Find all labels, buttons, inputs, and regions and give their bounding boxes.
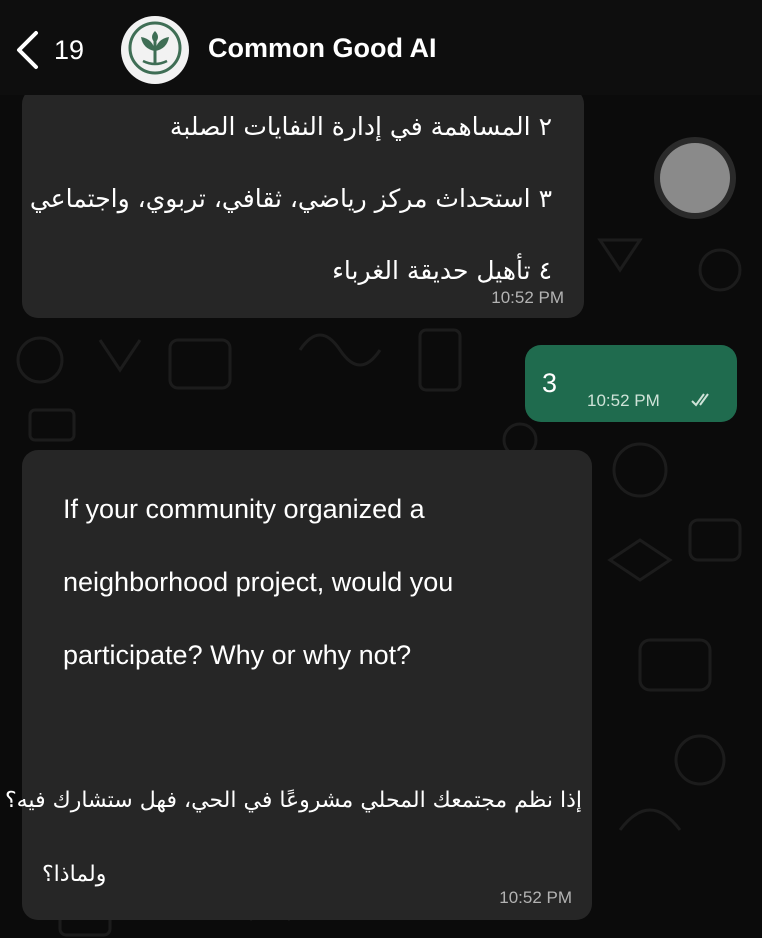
message-line: neighborhood project, would you xyxy=(63,567,454,597)
message-line: participate? Why or why not? xyxy=(63,640,412,670)
message-timestamp: 10:52 PM xyxy=(587,391,660,410)
floating-touch-button[interactable] xyxy=(660,143,730,213)
back-button[interactable]: 19 xyxy=(14,28,84,72)
message-timestamp: 10:52 PM xyxy=(499,888,572,907)
message-line: ٢ المساهمة في إدارة النفايات الصلبة xyxy=(169,112,552,141)
message-line: ٣ استحداث مركز رياضي، ثقافي، تربوي، واجت… xyxy=(29,184,552,213)
avatar[interactable] xyxy=(121,16,189,84)
unread-count: 19 xyxy=(54,34,85,65)
chat-title[interactable]: Common Good AI xyxy=(208,33,436,64)
chat-header: 19 Common Good AI xyxy=(0,0,762,95)
message-bubble-incoming[interactable]: If your community organized a neighborho… xyxy=(5,450,592,920)
chevron-left-icon xyxy=(14,30,40,70)
message-line: ولماذا؟ xyxy=(42,862,107,887)
message-line: If your community organized a xyxy=(63,494,425,524)
leaf-logo-icon xyxy=(128,21,182,80)
message-line: ٤ تأهيل حديقة الغرباء xyxy=(332,256,552,285)
message-line: إذا نظم مجتمعك المحلي مشروعًا في الحي، ف… xyxy=(4,788,582,813)
message-text: 3 xyxy=(542,368,558,398)
double-check-icon xyxy=(690,391,716,414)
message-bubble-outgoing[interactable]: 3 10:52 PM xyxy=(525,345,737,422)
message-bubble-incoming[interactable]: ٢ المساهمة في إدارة النفايات الصلبة ٣ اس… xyxy=(22,88,584,318)
message-timestamp: 10:52 PM xyxy=(491,288,564,307)
